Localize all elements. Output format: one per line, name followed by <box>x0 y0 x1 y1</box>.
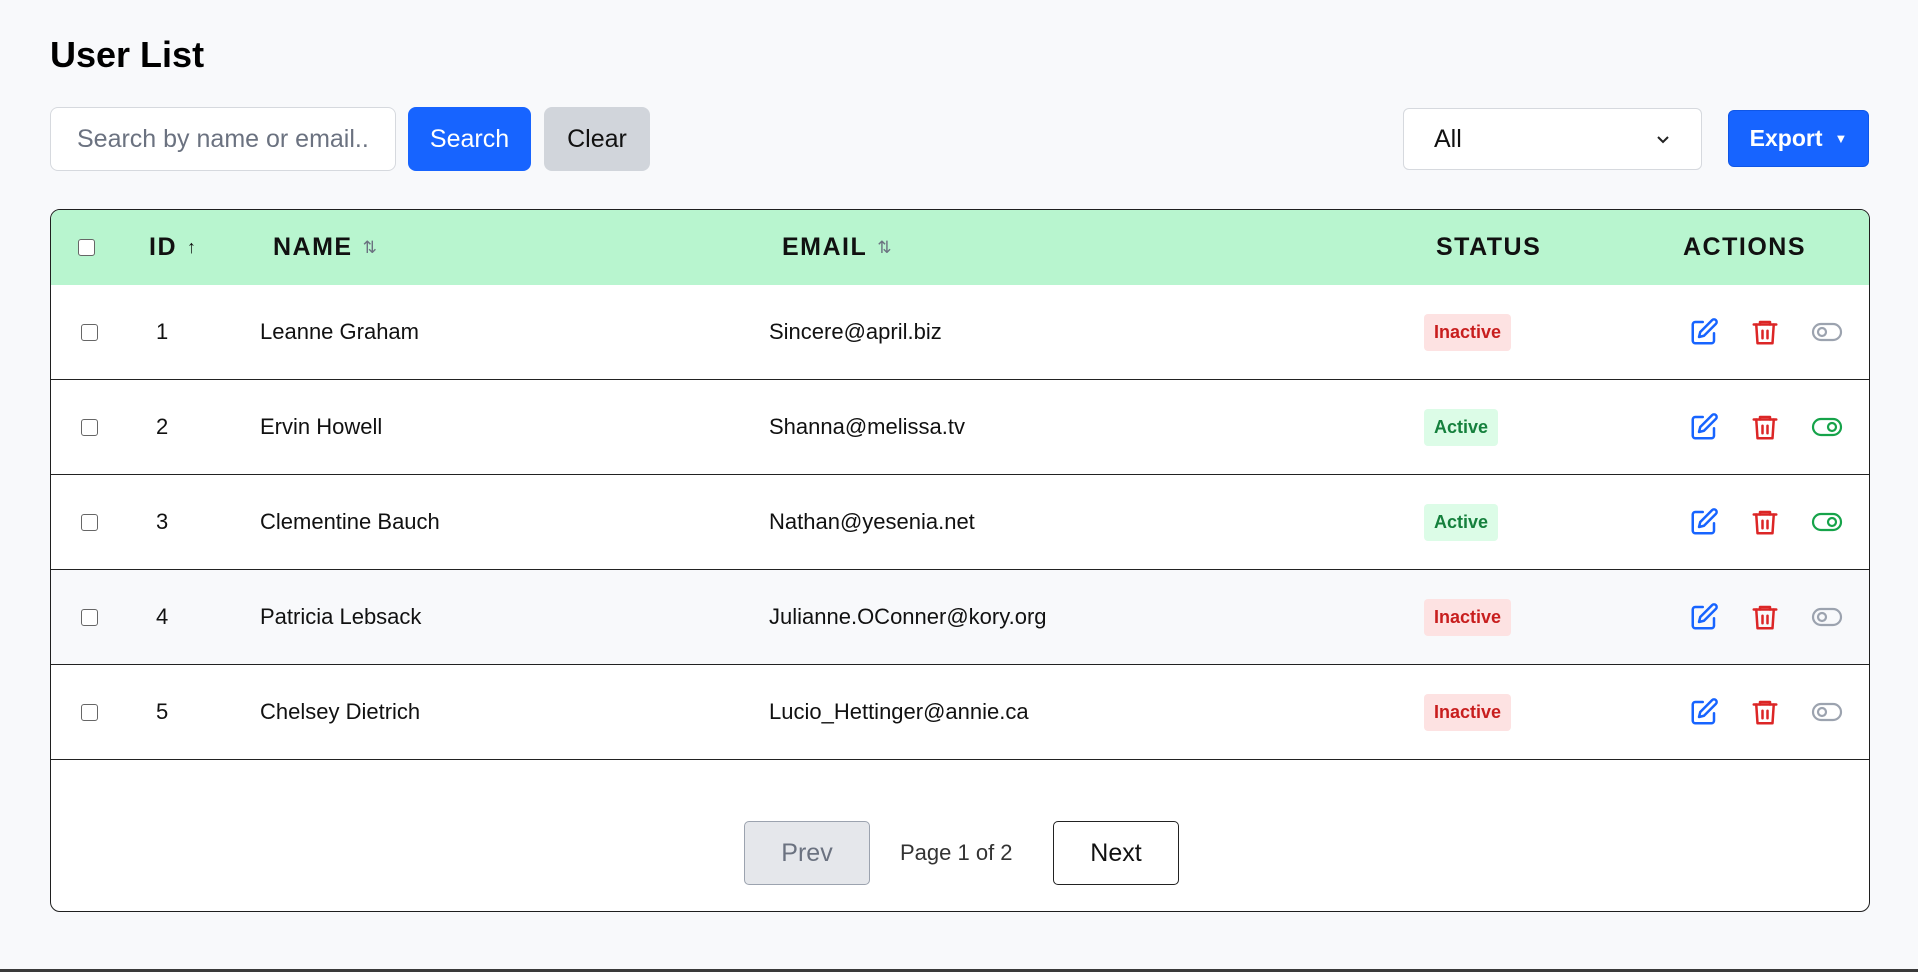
cell-status: Inactive <box>1424 665 1512 759</box>
cell-id: 3 <box>156 509 169 534</box>
header-name[interactable]: NAME ⇅ <box>273 210 377 285</box>
next-page-button[interactable]: Next <box>1053 821 1179 885</box>
status-filter-value: All <box>1434 124 1462 153</box>
table-row: 5 Chelsey Dietrich Lucio_Hettinger@annie.c… <box>51 665 1869 760</box>
cell-status: Inactive <box>1424 285 1512 379</box>
row-checkbox[interactable] <box>81 323 98 341</box>
status-badge: Active <box>1424 503 1499 541</box>
page-title: User List <box>50 34 205 75</box>
table-row: 4 Patricia Lebsack Julianne.OConner@kory.o… <box>51 570 1869 665</box>
users-table: ID ↑ NAME ⇅ EMAIL ⇅ STATUS ACTIONS 1 Lean… <box>50 209 1870 912</box>
select-all-cell <box>78 210 95 285</box>
trash-icon[interactable] <box>1748 600 1782 634</box>
header-id[interactable]: ID ↑ <box>149 210 196 285</box>
header-id-label: ID <box>149 233 177 261</box>
cell-email: Sincere@april.biz <box>769 319 942 344</box>
export-button[interactable]: Export ▼ <box>1728 110 1869 167</box>
cell-name: Leanne Graham <box>260 319 419 344</box>
cell-id: 1 <box>156 319 169 344</box>
cell-id: 5 <box>156 699 169 724</box>
table-row: 1 Leanne Graham Sincere@april.biz Inactive <box>51 285 1869 380</box>
row-checkbox[interactable] <box>81 703 98 721</box>
status-badge: Active <box>1424 408 1499 446</box>
header-email[interactable]: EMAIL ⇅ <box>782 210 892 285</box>
edit-icon[interactable] <box>1687 505 1721 539</box>
header-name-label: NAME <box>273 233 353 261</box>
toggle-icon[interactable] <box>1810 600 1844 634</box>
trash-icon[interactable] <box>1748 695 1782 729</box>
header-status: STATUS <box>1436 233 1542 261</box>
toggle-icon[interactable] <box>1810 315 1844 349</box>
cell-name: Chelsey Dietrich <box>260 699 421 724</box>
edit-icon[interactable] <box>1687 695 1721 729</box>
row-checkbox-cell <box>81 665 98 759</box>
header-email-label: EMAIL <box>782 233 868 261</box>
toggle-icon[interactable] <box>1810 505 1844 539</box>
status-filter-select[interactable]: All <box>1403 108 1702 170</box>
row-checkbox[interactable] <box>81 608 98 626</box>
cell-email: Julianne.OConner@kory.org <box>769 604 1047 629</box>
caret-down-icon: ▼ <box>1834 131 1848 146</box>
edit-icon[interactable] <box>1687 600 1721 634</box>
toggle-icon[interactable] <box>1810 410 1844 444</box>
sort-icon: ⇅ <box>362 237 377 257</box>
status-badge: Inactive <box>1424 313 1512 351</box>
row-checkbox[interactable] <box>81 513 98 531</box>
export-label: Export <box>1749 125 1823 151</box>
clear-button[interactable]: Clear <box>544 107 650 171</box>
row-checkbox[interactable] <box>81 418 98 436</box>
sort-icon: ⇅ <box>877 237 892 257</box>
cell-name: Patricia Lebsack <box>260 604 422 629</box>
page-info: Page 1 of 2 <box>900 840 1013 865</box>
cell-id: 2 <box>156 414 169 439</box>
prev-page-button[interactable]: Prev <box>744 821 870 885</box>
search-input[interactable] <box>50 107 396 171</box>
edit-icon[interactable] <box>1687 315 1721 349</box>
table-row: 2 Ervin Howell Shanna@melissa.tv Active <box>51 380 1869 475</box>
cell-status: Inactive <box>1424 570 1512 664</box>
status-badge: Inactive <box>1424 693 1512 731</box>
header-actions: ACTIONS <box>1683 233 1806 261</box>
cell-status: Active <box>1424 475 1499 569</box>
cell-status: Active <box>1424 380 1499 474</box>
cell-email: Lucio_Hettinger@annie.ca <box>769 699 1029 724</box>
toggle-icon[interactable] <box>1810 695 1844 729</box>
cell-email: Nathan@yesenia.net <box>769 509 975 534</box>
search-button[interactable]: Search <box>408 107 531 171</box>
select-all-checkbox[interactable] <box>78 239 95 256</box>
user-list-page: User List Search Clear All Export ▼ ID ↑… <box>0 0 1918 972</box>
cell-name: Ervin Howell <box>260 414 383 439</box>
trash-icon[interactable] <box>1748 505 1782 539</box>
row-checkbox-cell <box>81 570 98 664</box>
sort-asc-icon: ↑ <box>187 237 196 257</box>
status-badge: Inactive <box>1424 598 1512 636</box>
trash-icon[interactable] <box>1748 315 1782 349</box>
edit-icon[interactable] <box>1687 410 1721 444</box>
cell-email: Shanna@melissa.tv <box>769 414 965 439</box>
row-checkbox-cell <box>81 380 98 474</box>
cell-name: Clementine Bauch <box>260 509 440 534</box>
cell-id: 4 <box>156 604 169 629</box>
row-checkbox-cell <box>81 475 98 569</box>
table-header: ID ↑ NAME ⇅ EMAIL ⇅ STATUS ACTIONS <box>51 210 1869 285</box>
trash-icon[interactable] <box>1748 410 1782 444</box>
row-checkbox-cell <box>81 285 98 379</box>
table-row: 3 Clementine Bauch Nathan@yesenia.net Activ… <box>51 475 1869 570</box>
chevron-down-icon <box>1657 136 1669 144</box>
